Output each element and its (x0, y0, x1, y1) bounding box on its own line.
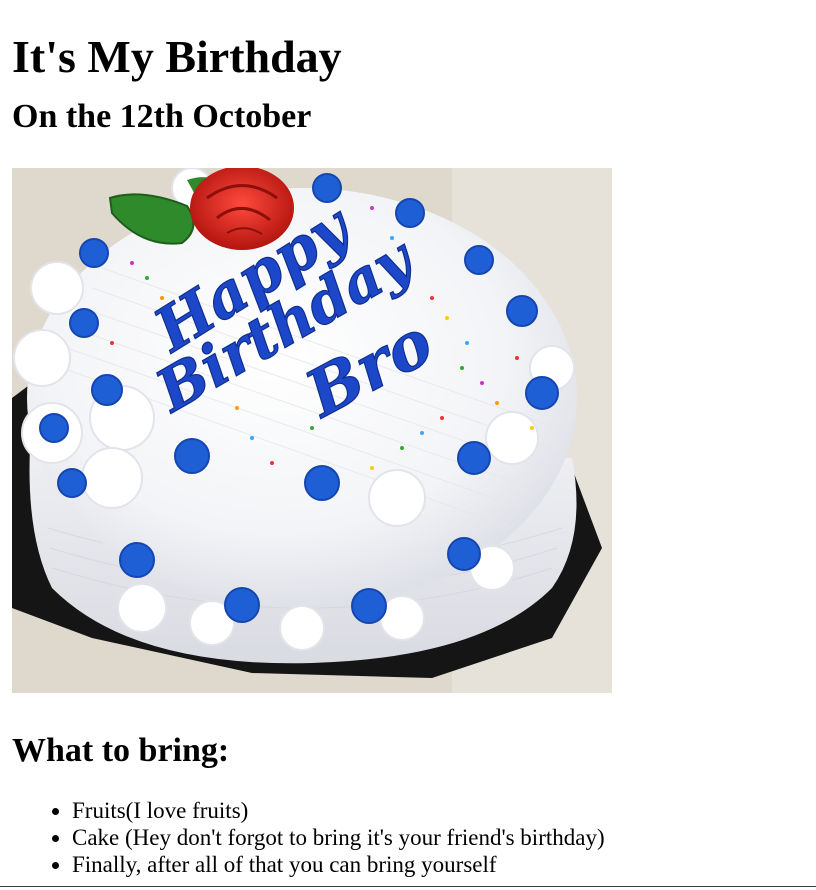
cake-illustration: Happy Birthday Bro (12, 168, 612, 693)
what-to-bring-heading: What to bring: (12, 732, 230, 769)
birthday-cake-image: Happy Birthday Bro (12, 168, 612, 693)
bring-list: Fruits(I love fruits) Cake (Hey don't fo… (12, 797, 804, 878)
page-content: It's My Birthday On the 12th October Hap… (0, 0, 816, 878)
viewport-bottom-edge (0, 886, 816, 890)
page-title: It's My Birthday (12, 31, 342, 82)
date-heading: On the 12th October (12, 98, 312, 135)
list-item-fruits: Fruits(I love fruits) (72, 797, 804, 824)
list-item-yourself: Finally, after all of that you can bring… (72, 851, 804, 878)
list-item-cake: Cake (Hey don't forgot to bring it's you… (72, 824, 804, 851)
